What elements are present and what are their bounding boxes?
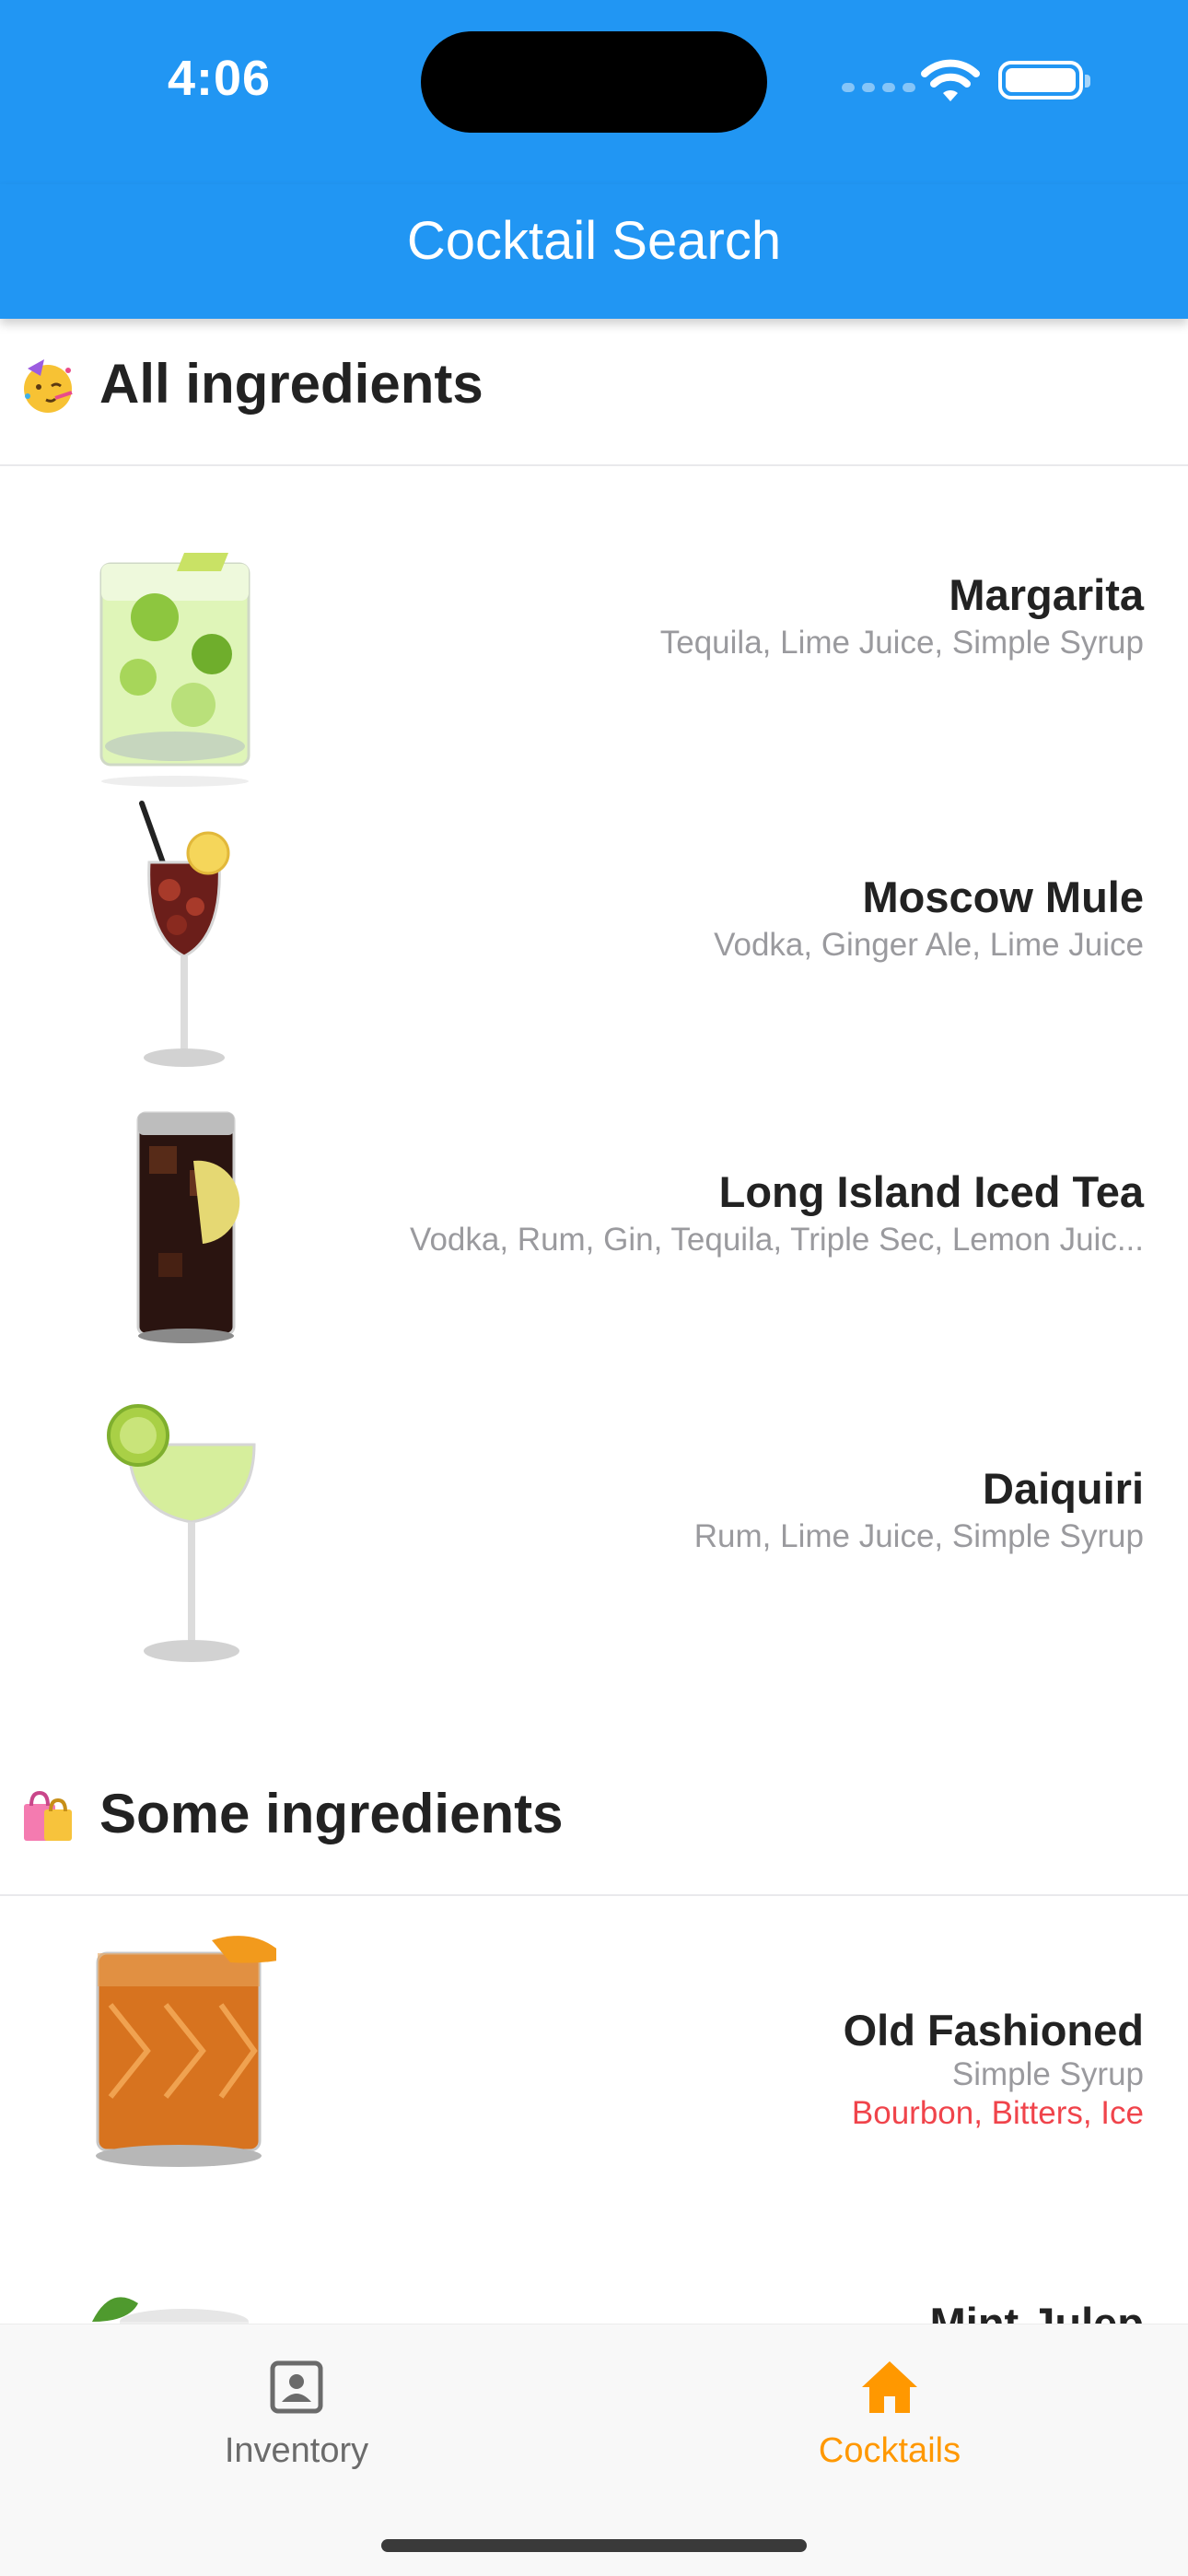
cocktail-name: Margarita [949,570,1144,619]
margarita-glass-image [99,553,250,787]
navigation-bar: Cocktail Search [0,184,1188,319]
cocktail-ingredients: Rum, Lime Juice, Simple Syrup [693,1518,1144,1554]
party-face-icon [24,359,73,413]
wine-glass-cocktail-image [139,801,230,1067]
tab-bar: Inventory Cocktails [0,2324,1188,2576]
cocktail-row-old-fashioned[interactable]: Old Fashioned Simple Syrup Bourbon, Bitt… [0,1931,1188,2230]
cocktail-row-daiquiri[interactable]: Daiquiri Rum, Lime Juice, Simple Syrup [0,1400,1188,1699]
cocktail-row-moscow-mule[interactable]: Moscow Mule Vodka, Ginger Ale, Lime Juic… [0,798,1188,1096]
highball-glass-image [136,1111,240,1343]
status-bar: 4:06 [0,0,1188,184]
cocktail-missing-ingredients: Bourbon, Bitters, Ice [851,2095,1144,2131]
cocktail-ingredients: Tequila, Lime Juice, Simple Syrup [659,625,1144,661]
page-title: Cocktail Search [406,211,782,271]
contact-card-icon [270,2360,323,2414]
cocktail-name: Daiquiri [983,1464,1144,1513]
status-time: 4:06 [168,51,272,106]
wifi-icon [921,59,980,101]
tab-label: Inventory [224,2431,369,2470]
cocktail-ingredients: Simple Syrup [951,2056,1144,2092]
dynamic-island [421,31,767,133]
section-header-all-ingredients: All ingredients [0,319,1188,466]
coupe-glass-image [107,1404,256,1662]
rocks-glass-image [96,1936,276,2167]
tab-cocktails[interactable]: Cocktails [705,2356,1074,2471]
cocktail-name: Old Fashioned [843,2006,1144,2055]
section-title: Some ingredients [99,1783,564,1844]
home-indicator [381,2539,807,2552]
tab-label: Cocktails [818,2431,961,2470]
shopping-bags-icon [24,1790,72,1841]
cocktail-name: Moscow Mule [862,872,1144,921]
section-title: All ingredients [99,353,483,415]
battery-icon [998,61,1090,100]
cocktail-name: Long Island Iced Tea [718,1167,1144,1216]
home-icon [862,2361,917,2413]
tab-inventory[interactable]: Inventory [112,2356,481,2471]
section-header-some-ingredients: Some ingredients [0,1749,1188,1896]
cocktail-ingredients: Vodka, Ginger Ale, Lime Juice [714,927,1144,963]
cocktail-ingredients: Vodka, Rum, Gin, Tequila, Triple Sec, Le… [410,1222,1144,1258]
cocktail-row-margarita[interactable]: Margarita Tequila, Lime Juice, Simple Sy… [0,516,1188,814]
cellular-signal-icon [842,83,915,92]
cocktail-row-long-island-iced-tea[interactable]: Long Island Iced Tea Vodka, Rum, Gin, Te… [0,1106,1188,1404]
